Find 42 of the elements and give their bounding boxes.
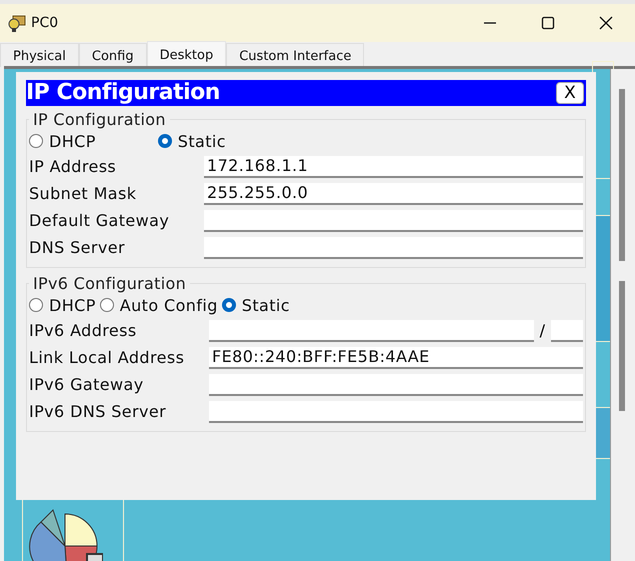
field-label: Subnet Mask [29, 184, 138, 203]
radio-button[interactable] [29, 298, 43, 312]
input-field[interactable] [209, 400, 583, 422]
input-field[interactable] [209, 374, 583, 396]
radio-label: DHCP [49, 132, 96, 150]
field-label: Default Gateway [29, 211, 170, 230]
dialog-title: IP Configuration [26, 80, 220, 106]
input-field[interactable]: FE80::240:BFF:FE5B:4AAE [209, 346, 583, 368]
field-label: IPv6 DNS Server [29, 402, 168, 421]
radio-label: Static [242, 296, 290, 314]
group-title: IP Configuration [32, 110, 167, 129]
pie-chart-icon [27, 508, 103, 561]
scroll-thumb[interactable] [619, 281, 625, 411]
tab[interactable]: Desktop [146, 41, 226, 67]
radio-label: Auto Config [120, 296, 218, 314]
input-field[interactable]: 255.255.0.0 [204, 182, 583, 204]
tab[interactable]: Config [78, 43, 147, 67]
window-title: PC0 [31, 15, 58, 31]
prefix-field[interactable] [551, 320, 583, 342]
close-button[interactable]: X [556, 82, 584, 104]
radio-button[interactable] [29, 134, 43, 148]
scroll-thumb[interactable] [619, 89, 625, 261]
field-label: IPv6 Gateway [29, 375, 145, 394]
field-label: IP Address [29, 157, 118, 176]
field-label: Link Local Address [29, 348, 186, 367]
field-label: IPv6 Address [29, 321, 138, 340]
radio-label: DHCP [49, 296, 96, 314]
close-icon[interactable] [599, 16, 613, 30]
radio-button[interactable] [222, 298, 236, 312]
field-label: DNS Server [29, 238, 126, 257]
radio-button[interactable] [100, 298, 114, 312]
radio-button[interactable] [158, 134, 172, 148]
input-field[interactable] [204, 210, 583, 232]
input-field[interactable] [204, 236, 583, 258]
maximize-icon[interactable] [541, 16, 555, 30]
radio-label: Static [178, 132, 226, 150]
input-field[interactable] [209, 320, 534, 342]
separator-label: / [540, 321, 545, 340]
group-title: IPv6 Configuration [32, 274, 188, 293]
tab[interactable]: Custom Interface [226, 43, 364, 67]
input-field[interactable]: 172.168.1.1 [204, 156, 583, 178]
tab[interactable]: Physical [0, 43, 79, 67]
